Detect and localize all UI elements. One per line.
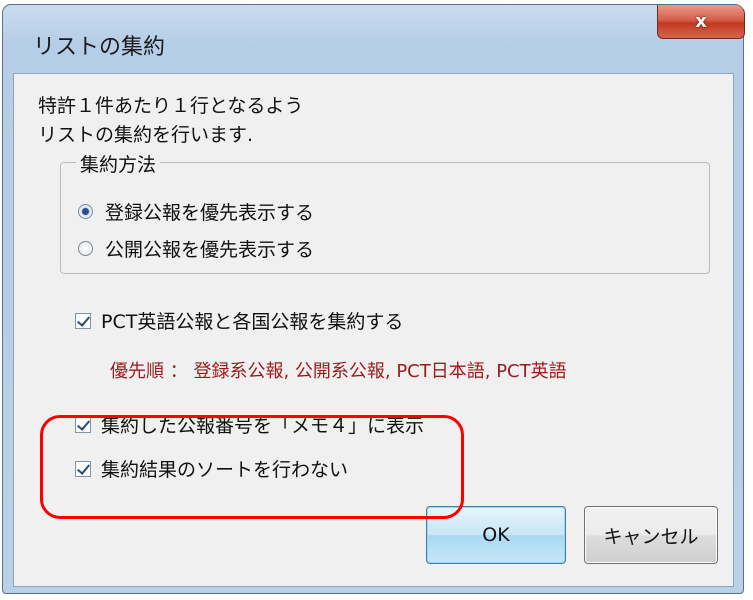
checkbox-row-pct[interactable]: PCT英語公報と各国公報を集約する: [75, 307, 403, 334]
checkbox-pct[interactable]: [75, 312, 91, 329]
checkbox-memo[interactable]: [75, 416, 91, 433]
radio-label-published: 公開公報を優先表示する: [105, 239, 315, 261]
radio-option-published[interactable]: 公開公報を優先表示する: [78, 235, 314, 262]
ok-button[interactable]: OK: [426, 506, 566, 564]
checkbox-row-memo[interactable]: 集約した公報番号を「メモ４」に表示: [75, 411, 424, 438]
checkbox-nosort[interactable]: [75, 460, 91, 477]
radio-button-unselected[interactable]: [78, 241, 93, 256]
method-group-legend: 集約方法: [76, 150, 161, 177]
priority-order-text: 優先順 ： 登録系公報, 公開系公報, PCT日本語, PCT英語: [110, 361, 567, 382]
window-title: リストの集約: [33, 35, 166, 60]
checkbox-label-pct: PCT英語公報と各国公報を集約する: [101, 311, 404, 333]
close-button[interactable]: x: [657, 5, 745, 39]
description-line-1: 特許１件あたり１行となるよう: [38, 95, 304, 117]
checkbox-label-nosort: 集約結果のソートを行わない: [101, 459, 349, 481]
description-line-2: リストの集約を行います.: [38, 124, 254, 146]
cancel-button[interactable]: キャンセル: [584, 506, 718, 564]
radio-button-selected[interactable]: [78, 204, 93, 219]
close-icon: x: [695, 11, 707, 32]
radio-option-registered[interactable]: 登録公報を優先表示する: [78, 198, 314, 225]
radio-dot-icon: [82, 208, 89, 215]
radio-label-registered: 登録公報を優先表示する: [105, 202, 315, 224]
checkbox-label-memo: 集約した公報番号を「メモ４」に表示: [101, 415, 425, 437]
checkbox-row-nosort[interactable]: 集約結果のソートを行わない: [75, 455, 348, 482]
